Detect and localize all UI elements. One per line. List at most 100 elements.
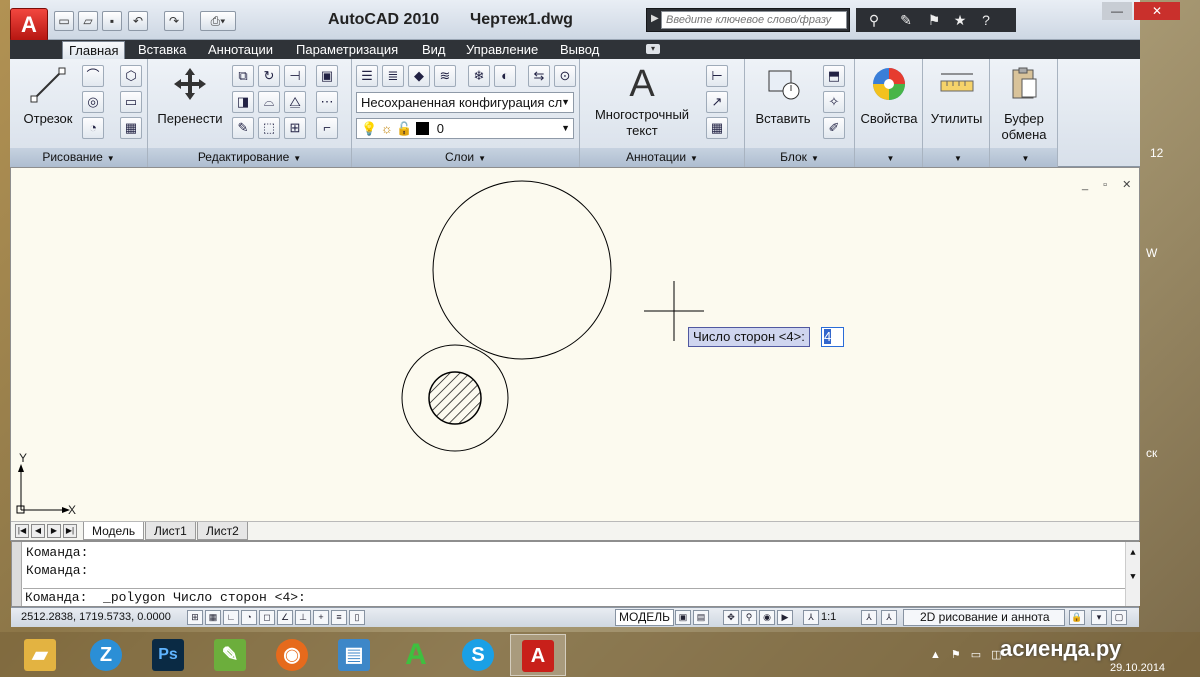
model-space-toggle[interactable]: МОДЕЛЬ xyxy=(615,609,674,626)
polygon-icon[interactable]: ⬡ xyxy=(120,65,142,87)
new-file-icon[interactable]: ▭ xyxy=(54,11,74,31)
layer-freeze-icon[interactable]: ❄ xyxy=(468,65,490,87)
insert-block-button[interactable]: Вставить xyxy=(749,65,817,127)
last-tab-icon[interactable]: ▶| xyxy=(63,524,77,538)
tab-parametric[interactable]: Параметризация xyxy=(290,41,404,59)
scroll-up-icon[interactable]: ▲ xyxy=(1126,548,1140,558)
annotation-scale-icon[interactable]: ⅄ xyxy=(803,610,819,625)
tab-model[interactable]: Модель xyxy=(83,522,145,540)
lineweight-icon[interactable]: ≡ xyxy=(331,610,347,625)
next-tab-icon[interactable]: ▶ xyxy=(47,524,61,538)
rectangle-icon[interactable]: ▭ xyxy=(120,91,142,113)
application-menu-button[interactable]: A xyxy=(10,8,48,42)
tab-view[interactable]: Вид xyxy=(416,41,452,59)
offset-icon[interactable]: ⌐ xyxy=(316,117,338,139)
tab-layout2[interactable]: Лист2 xyxy=(197,522,248,540)
close-button[interactable]: ✕ xyxy=(1134,2,1180,20)
minimize-button[interactable]: — xyxy=(1102,2,1132,20)
annotation-scale-value[interactable]: 1:1 xyxy=(821,611,836,623)
tab-layout1[interactable]: Лист1 xyxy=(145,522,196,540)
panel-properties-expand[interactable]: ▼ xyxy=(855,148,922,167)
panel-annotation-title[interactable]: Аннотации ▼ xyxy=(580,148,744,167)
arc-icon[interactable]: ◔ xyxy=(82,117,104,139)
showmotion-icon[interactable]: ▶ xyxy=(777,610,793,625)
ortho-mode-icon[interactable]: ∟ xyxy=(223,610,239,625)
mtext-button[interactable]: A Многострочный текст xyxy=(586,65,698,139)
taskbar-explorer[interactable]: ▰ xyxy=(12,634,68,676)
grid-display-icon[interactable]: ▦ xyxy=(205,610,221,625)
layer-walk-icon[interactable]: ⇆ xyxy=(528,65,550,87)
clipboard-button[interactable]: Буфер обмена xyxy=(992,65,1056,143)
workspace-switcher[interactable]: 2D рисование и аннота xyxy=(903,609,1065,626)
explode-icon[interactable]: ⋯ xyxy=(316,91,338,113)
panel-block-title[interactable]: Блок ▼ xyxy=(745,148,854,167)
taskbar-a-app[interactable]: A xyxy=(388,634,444,676)
tab-home[interactable]: Главная xyxy=(62,41,126,59)
layer-state-icon[interactable]: ≣ xyxy=(382,65,404,87)
subscription-center-icon[interactable]: ⚑ xyxy=(924,10,944,30)
dimension-icon[interactable]: ⊢ xyxy=(706,65,728,87)
panel-clipboard-expand[interactable]: ▼ xyxy=(990,148,1057,167)
layer-isolate-icon[interactable]: ◆ xyxy=(408,65,430,87)
search-expand-icon[interactable]: ▶ xyxy=(651,13,659,24)
taskbar-autocad[interactable]: A xyxy=(510,634,566,676)
create-block-icon[interactable]: ⬒ xyxy=(823,65,845,87)
taskbar-skype[interactable]: S xyxy=(450,634,506,676)
pan-icon[interactable]: ✥ xyxy=(723,610,739,625)
dynamic-input-field[interactable]: 4 xyxy=(821,327,844,347)
quick-view-layouts-icon[interactable]: ▣ xyxy=(675,610,691,625)
move-button[interactable]: Перенести xyxy=(154,65,226,127)
leader-icon[interactable]: ↗ xyxy=(706,91,728,113)
scroll-down-icon[interactable]: ▼ xyxy=(1126,572,1140,582)
fillet-icon[interactable]: ⌓ xyxy=(258,91,280,113)
layer-lock-icon[interactable]: ⊙ xyxy=(554,65,576,87)
binoculars-icon[interactable]: ⚲ xyxy=(864,10,884,30)
tab-manage[interactable]: Управление xyxy=(460,41,544,59)
otrack-icon[interactable]: ∠ xyxy=(277,610,293,625)
large-circle[interactable] xyxy=(432,180,612,360)
object-snap-icon[interactable]: ◻ xyxy=(259,610,275,625)
command-window-grip[interactable] xyxy=(12,542,22,606)
panel-draw-title[interactable]: Рисование ▼ xyxy=(10,148,147,167)
layer-state-combo[interactable]: Несохраненная конфигурация сл ▼ xyxy=(356,92,574,113)
plot-icon[interactable]: ⎙▾ xyxy=(200,11,236,31)
zoom-icon[interactable]: ⚲ xyxy=(741,610,757,625)
line-button[interactable]: Отрезок xyxy=(16,65,80,127)
erase-icon[interactable]: ▣ xyxy=(316,65,338,87)
open-folder-icon[interactable]: ▱ xyxy=(78,11,98,31)
communication-center-icon[interactable]: ✎ xyxy=(896,10,916,30)
taskbar-firefox[interactable]: ◉ xyxy=(264,634,320,676)
ribbon-minimize-icon[interactable]: ▾ xyxy=(646,44,660,54)
edit-block-icon[interactable]: ✧ xyxy=(823,91,845,113)
rotate-icon[interactable]: ↻ xyxy=(258,65,280,87)
table-icon[interactable]: ▦ xyxy=(706,117,728,139)
tab-annotate[interactable]: Аннотации xyxy=(202,41,279,59)
tab-insert[interactable]: Вставка xyxy=(132,41,192,59)
cursor-coordinates[interactable]: 2512.2838, 1719.5733, 0.0000 xyxy=(21,611,171,623)
favorites-star-icon[interactable]: ★ xyxy=(950,10,970,30)
quick-properties-icon[interactable]: ▯ xyxy=(349,610,365,625)
panel-layers-title[interactable]: Слои ▼ xyxy=(352,148,579,167)
undo-icon[interactable]: ↶ xyxy=(128,11,148,31)
panel-modify-title[interactable]: Редактирование ▼ xyxy=(148,148,351,167)
annotation-visibility-icon[interactable]: ⅄ xyxy=(861,610,877,625)
circle-icon[interactable]: ◎ xyxy=(82,91,104,113)
dynamic-input-icon[interactable]: + xyxy=(313,610,329,625)
status-menu-icon[interactable]: ▾ xyxy=(1091,610,1107,625)
trim-icon[interactable]: ⊣ xyxy=(284,65,306,87)
layer-off-icon[interactable]: ◐ xyxy=(494,65,516,87)
search-input[interactable] xyxy=(661,11,847,29)
utilities-button[interactable]: Утилиты xyxy=(925,65,988,127)
steering-wheel-icon[interactable]: ◉ xyxy=(759,610,775,625)
taskbar-photoshop[interactable]: Ps xyxy=(140,634,196,676)
mirror-icon[interactable]: ◨ xyxy=(232,91,254,113)
command-scrollbar[interactable]: ▲ ▼ xyxy=(1125,542,1140,606)
clock-date[interactable]: 29.10.2014 xyxy=(1110,662,1165,674)
hatch-icon[interactable]: ▦ xyxy=(120,117,142,139)
layer-combo[interactable]: 💡 ☼ 🔓 0 ▼ xyxy=(356,118,574,139)
polar-tracking-icon[interactable]: ◔ xyxy=(241,610,257,625)
snap-mode-icon[interactable]: ⊞ xyxy=(187,610,203,625)
taskbar-notepad[interactable]: ✎ xyxy=(202,634,258,676)
help-icon[interactable]: ? xyxy=(976,10,996,30)
mirror-triangle-icon[interactable]: ⧋ xyxy=(284,91,306,113)
